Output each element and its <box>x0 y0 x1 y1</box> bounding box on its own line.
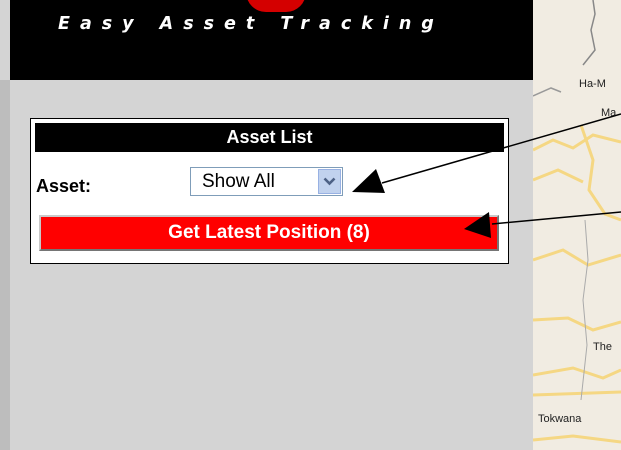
map-roads <box>533 0 621 444</box>
map-label: Tokwana <box>538 413 582 425</box>
sidebar: Easy Asset Tracking Asset List Asset: Sh… <box>0 0 533 450</box>
map-label: Ha-M <box>579 78 606 90</box>
asset-list-panel: Asset List Asset: Show All Get Latest Po… <box>30 118 509 264</box>
map-view[interactable]: Ha-M Ma The Tokwana <box>533 0 621 450</box>
asset-select-value: Show All <box>202 171 275 192</box>
asset-select[interactable]: Show All <box>190 167 343 196</box>
app-tagline: Easy Asset Tracking <box>58 14 444 34</box>
asset-label: Asset: <box>36 176 92 196</box>
sidebar-edge <box>0 80 10 450</box>
asset-list-title: Asset List <box>35 123 504 152</box>
chevron-down-icon[interactable] <box>318 169 341 194</box>
get-latest-position-button[interactable]: Get Latest Position (8) <box>39 215 499 251</box>
map-label: The <box>593 341 612 353</box>
map-label: Ma <box>601 107 617 119</box>
logo-mark <box>246 0 306 12</box>
app-header: Easy Asset Tracking <box>10 0 533 80</box>
